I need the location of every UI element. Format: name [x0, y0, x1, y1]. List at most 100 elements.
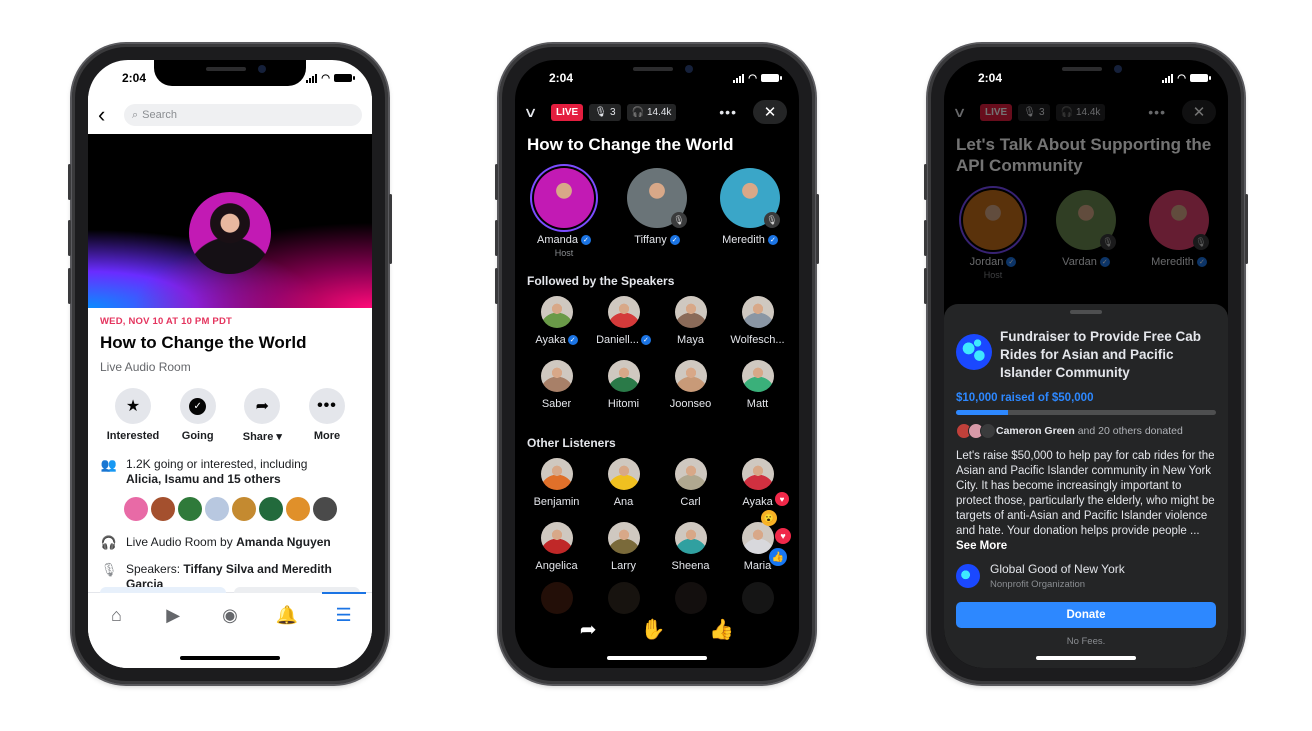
listener-tile[interactable]: Daniell... ✓	[590, 296, 657, 346]
groups-icon: ◉	[222, 604, 238, 625]
status-time: 2:04	[122, 71, 147, 85]
attendee-avatars[interactable]	[124, 497, 360, 521]
headphones-icon: 🎧	[100, 535, 118, 550]
attendee-avatar[interactable]	[313, 497, 337, 521]
speaker-name: Meredith✓	[722, 234, 778, 246]
tab-home[interactable]: ⌂	[96, 601, 136, 629]
listener-name: Angelica	[535, 560, 578, 572]
like-reaction-icon: 👍	[769, 548, 787, 566]
share-icon[interactable]: ➦	[580, 617, 597, 642]
listener-avatar	[540, 296, 573, 328]
room-header: ∨ LIVE 🎙3 🎧14.4k ••• ✕	[515, 98, 799, 126]
attendee-avatar[interactable]	[151, 497, 175, 521]
progress-fill	[956, 410, 1008, 415]
battery-icon	[334, 74, 355, 82]
like-icon[interactable]: 👍	[709, 617, 734, 642]
fundraiser-screen: 2:04 ◠ ∨ LIVE 🎙3 🎧14.4k ••• ✕ Let's Talk…	[944, 60, 1228, 668]
host-avatar	[189, 192, 271, 274]
attendee-avatar[interactable]	[259, 497, 283, 521]
video-icon: ▶	[166, 604, 181, 625]
event-page-screen: 2:04 ◠ ‹ ⌕ Search WED, NOV 10 AT 10 PM P…	[88, 60, 372, 668]
tab-video[interactable]: ▶	[153, 601, 193, 629]
status-time: 2:04	[549, 71, 574, 85]
speaker-tile[interactable]: 🎙 Tiffany ✓	[618, 168, 696, 258]
floating-reactions: ♥ 😮 ♥ 👍	[751, 492, 791, 612]
organization-type: Nonprofit Organization	[990, 579, 1086, 590]
host-info: 🎧 Live Audio Room by Amanda Nguyen	[100, 535, 331, 550]
listener-tile[interactable]: Ana	[590, 458, 657, 508]
attendee-avatar[interactable]	[178, 497, 202, 521]
attendee-avatar[interactable]	[232, 497, 256, 521]
attendee-avatar[interactable]	[286, 497, 310, 521]
organization[interactable]: Global Good of New York Nonprofit Organi…	[956, 562, 1216, 590]
going-button[interactable]: ✓ Going	[167, 388, 229, 443]
attendee-avatar[interactable]	[124, 497, 148, 521]
fundraiser-sheet: Fundraiser to Provide Free Cab Rides for…	[944, 304, 1228, 668]
donors-summary[interactable]: Cameron Green and 20 others donated	[956, 423, 1216, 439]
host-name[interactable]: Amanda Nguyen	[236, 535, 331, 549]
listener-avatar	[741, 360, 774, 392]
love-reaction-icon: ♥	[775, 528, 791, 544]
more-button[interactable]: ••• More	[296, 388, 358, 443]
listener-tile[interactable]: Larry	[590, 522, 657, 572]
back-icon[interactable]: ‹	[98, 104, 114, 126]
donate-button[interactable]: Donate	[956, 602, 1216, 628]
chevron-down-icon[interactable]: ∨	[523, 104, 548, 121]
listener-name: Larry	[610, 560, 637, 572]
listener-tile[interactable]: Ayaka ✓	[523, 296, 590, 346]
wifi-icon: ◠	[1177, 72, 1186, 84]
listener-avatar	[674, 522, 707, 554]
headphones-icon: 🎧	[631, 106, 644, 118]
going-names[interactable]: Alicia, Isamu and 15 others	[126, 472, 281, 486]
listener-tile[interactable]: Angelica	[523, 522, 590, 572]
listener-tile[interactable]: Saber	[523, 360, 590, 410]
event-title: How to Change the World	[100, 333, 307, 352]
fundraiser-title[interactable]: Fundraiser to Provide Free Cab Rides for…	[1000, 328, 1216, 382]
more-dots-icon[interactable]: •••	[719, 104, 737, 120]
listener-avatar	[674, 360, 707, 392]
muted-mic-icon: 🎙	[671, 212, 687, 228]
speaker-tile[interactable]: 🎙 Meredith✓	[711, 168, 789, 258]
notch	[154, 60, 306, 86]
home-indicator	[1036, 656, 1136, 660]
see-more-link[interactable]: See More	[956, 540, 1007, 552]
attendee-avatar[interactable]	[205, 497, 229, 521]
search-input[interactable]: ⌕ Search	[124, 104, 362, 126]
speaker-tile[interactable]: Amanda ✓ Host	[525, 168, 603, 258]
listener-tile[interactable]: Matt	[724, 360, 791, 410]
speakers-row: Amanda ✓ Host 🎙 Tiffany ✓ 🎙 Meredith ✓	[515, 168, 799, 258]
listener-tile[interactable]: Wolfesch...	[724, 296, 791, 346]
listener-name: Joonseo	[669, 398, 712, 410]
search-icon: ⌕	[132, 108, 139, 121]
share-button[interactable]: ➦ Share ▾	[231, 388, 293, 443]
listener-tile[interactable]: Maya	[657, 296, 724, 346]
listener-name: Hitomi	[607, 398, 640, 410]
listener-tile[interactable]: Carl	[657, 458, 724, 508]
fundraiser-progress	[956, 410, 1216, 415]
home-indicator	[180, 656, 280, 660]
speaker-role: Host	[554, 248, 574, 258]
listener-tile[interactable]: Benjamin	[523, 458, 590, 508]
listener-tile[interactable]: Joonseo	[657, 360, 724, 410]
tab-bell[interactable]: 🔔	[267, 601, 307, 629]
listener-tile[interactable]: Sheena	[657, 522, 724, 572]
raise-hand-icon[interactable]: ✋	[640, 617, 665, 642]
listener-avatar	[741, 296, 774, 328]
listener-avatar	[607, 360, 640, 392]
verified-icon: ✓	[669, 235, 680, 245]
event-type: Live Audio Room	[100, 360, 191, 374]
listener-avatar	[607, 296, 640, 328]
menu-icon: ☰	[335, 604, 352, 625]
notch	[581, 60, 733, 86]
tab-menu[interactable]: ☰	[321, 592, 366, 629]
home-icon: ⌂	[110, 604, 122, 625]
followed-grid: Ayaka ✓ Daniell... ✓ Maya Wolfesch... Saber Hit…	[523, 296, 791, 410]
sheet-grabber[interactable]	[1070, 310, 1102, 314]
listener-tile[interactable]: Hitomi	[590, 360, 657, 410]
wifi-icon: ◠	[321, 72, 330, 84]
verified-icon: ✓	[640, 335, 651, 345]
interested-button[interactable]: ★ Interested	[102, 388, 164, 443]
tab-groups[interactable]: ◉	[210, 601, 250, 629]
close-button[interactable]: ✕	[753, 100, 787, 124]
share-arrow-icon: ➦	[255, 398, 270, 415]
